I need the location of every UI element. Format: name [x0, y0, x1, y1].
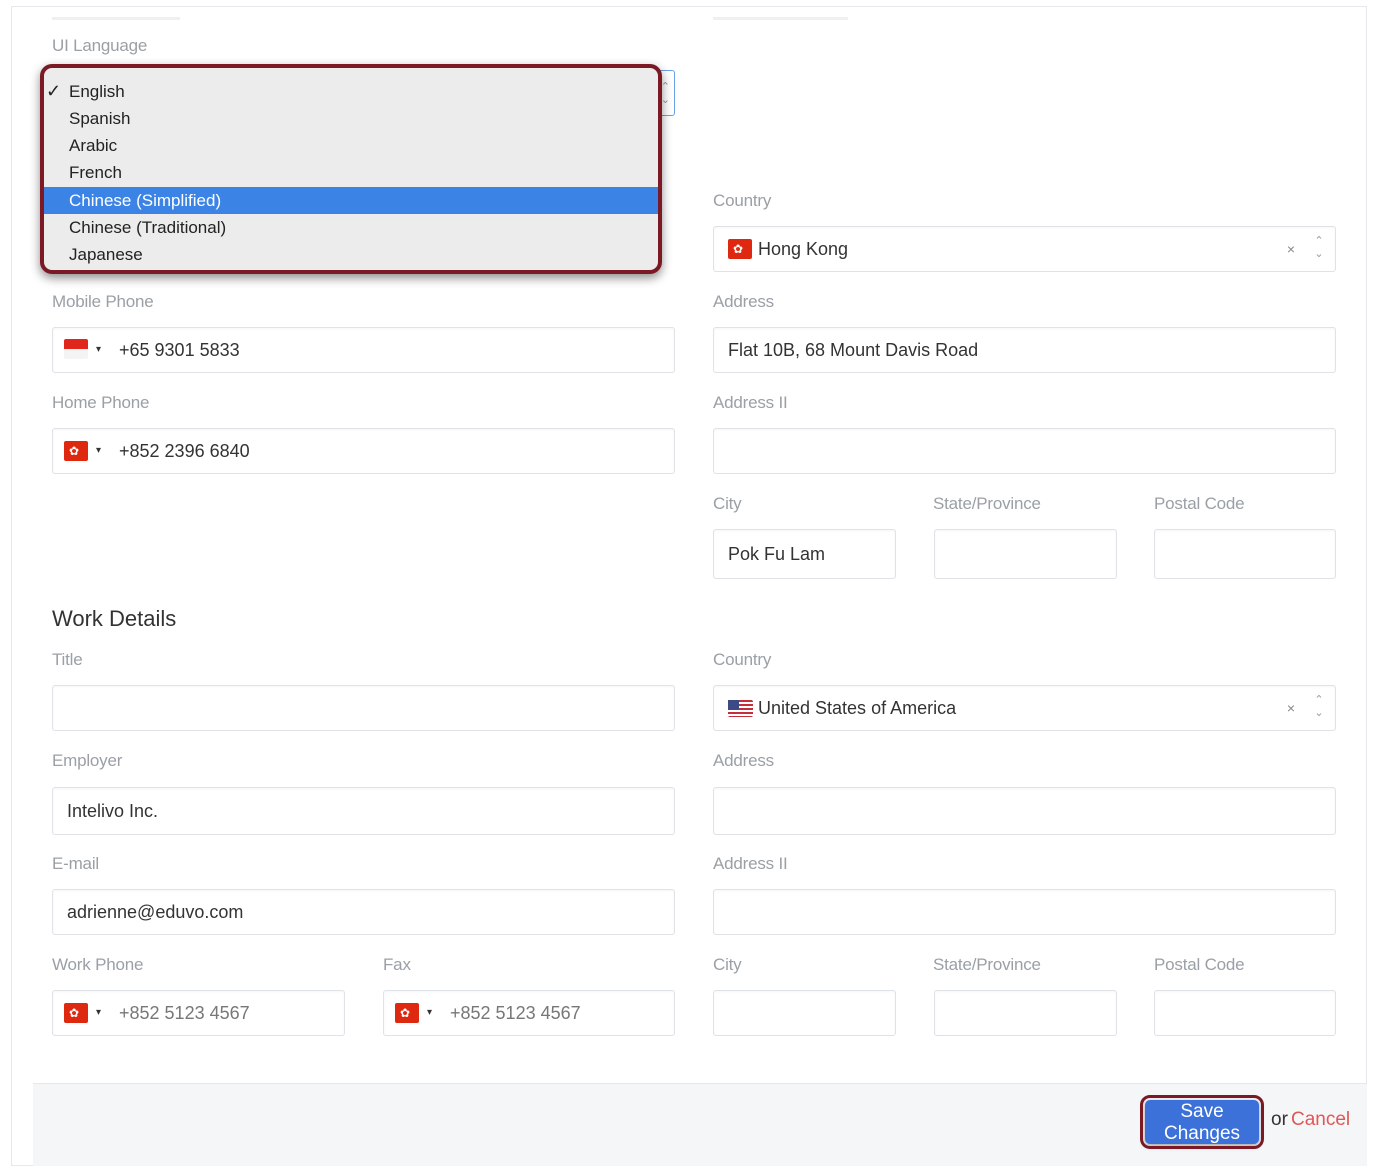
hk-flag-icon[interactable]	[64, 441, 88, 461]
language-option-arabic[interactable]: Arabic	[44, 132, 658, 159]
work-postal-label: Postal Code	[1154, 955, 1245, 974]
work-state-label: State/Province	[933, 955, 1041, 974]
home-address2-input[interactable]	[713, 428, 1336, 474]
cancel-link[interactable]: Cancel	[1291, 1109, 1350, 1131]
fax-field[interactable]: ▾ +852 5123 4567	[383, 990, 675, 1036]
work-phone-placeholder: +852 5123 4567	[119, 1003, 250, 1023]
work-country-label: Country	[713, 650, 772, 669]
work-state-input[interactable]	[934, 990, 1117, 1036]
us-flag-icon	[728, 700, 753, 717]
fax-placeholder: +852 5123 4567	[450, 1003, 581, 1023]
select-arrows-icon: ⌃ ⌄	[660, 81, 670, 106]
work-phone-label: Work Phone	[52, 955, 144, 974]
employer-value: Intelivo Inc.	[67, 801, 159, 821]
option-label: Chinese (Simplified)	[69, 191, 222, 210]
select-arrows-icon: ⌃ ⌄	[1314, 235, 1324, 260]
option-label: Spanish	[69, 109, 131, 128]
language-option-chinese-traditional[interactable]: Chinese (Traditional)	[44, 214, 658, 241]
clear-icon[interactable]: ×	[1287, 686, 1295, 730]
home-phone-value: +852 2396 6840	[119, 441, 250, 461]
mobile-phone-value: +65 9301 5833	[119, 340, 240, 360]
work-address2-label: Address II	[713, 854, 788, 873]
work-title-label: Title	[52, 650, 83, 669]
option-label: Chinese (Traditional)	[69, 218, 227, 237]
work-title-input[interactable]	[52, 685, 675, 731]
home-state-input[interactable]	[934, 529, 1117, 579]
language-option-japanese[interactable]: Japanese	[44, 241, 658, 268]
hk-flag-icon[interactable]	[64, 1003, 88, 1023]
home-address2-label: Address II	[713, 393, 788, 412]
home-city-label: City	[713, 494, 742, 513]
home-country-label: Country	[713, 191, 772, 210]
email-input[interactable]: adrienne@eduvo.com	[52, 889, 675, 935]
mobile-phone-field[interactable]: ▾ +65 9301 5833	[52, 327, 675, 373]
work-country-value: United States of America	[758, 698, 957, 718]
employer-input[interactable]: Intelivo Inc.	[52, 787, 675, 835]
language-option-chinese-simplified[interactable]: Chinese (Simplified)	[44, 187, 658, 214]
work-country-select[interactable]: United States of America × ⌃ ⌄	[713, 685, 1336, 731]
field-stub	[713, 17, 848, 20]
hk-flag-icon	[728, 239, 752, 259]
home-city-input[interactable]: Pok Fu Lam	[713, 529, 896, 579]
employer-label: Employer	[52, 751, 123, 770]
mobile-phone-label: Mobile Phone	[52, 292, 154, 311]
field-stub	[52, 17, 180, 20]
work-city-input[interactable]	[713, 990, 896, 1036]
option-label: French	[69, 163, 122, 182]
home-country-select[interactable]: Hong Kong × ⌃⌄	[713, 226, 1336, 272]
clear-icon[interactable]: ×	[1287, 227, 1295, 271]
email-value: adrienne@eduvo.com	[67, 902, 244, 922]
home-phone-label: Home Phone	[52, 393, 150, 412]
work-address-label: Address	[713, 751, 774, 770]
work-address-input[interactable]	[713, 787, 1336, 835]
work-phone-field[interactable]: ▾ +852 5123 4567	[52, 990, 345, 1036]
ui-language-dropdown: ✓ English Spanish Arabic French Chinese …	[40, 64, 662, 274]
home-address-value: Flat 10B, 68 Mount Davis Road	[728, 340, 979, 360]
work-details-heading: Work Details	[52, 606, 177, 631]
home-city-value: Pok Fu Lam	[728, 544, 826, 564]
or-text: or	[1271, 1109, 1288, 1130]
work-city-label: City	[713, 955, 742, 974]
language-option-french[interactable]: French	[44, 159, 658, 186]
select-arrows-icon: ⌃ ⌄	[1314, 694, 1324, 719]
home-country-value: Hong Kong	[758, 239, 849, 259]
home-address-label: Address	[713, 292, 774, 311]
option-label: English	[69, 82, 125, 101]
option-label: Arabic	[69, 136, 118, 155]
home-postal-input[interactable]	[1154, 529, 1336, 579]
work-address2-input[interactable]	[713, 889, 1336, 935]
language-option-english[interactable]: ✓ English	[44, 78, 658, 105]
home-state-label: State/Province	[933, 494, 1041, 513]
sg-flag-icon[interactable]	[64, 339, 88, 359]
chevron-down-icon[interactable]: ▾	[427, 991, 432, 1035]
home-phone-field[interactable]: ▾ +852 2396 6840	[52, 428, 675, 474]
checkmark-icon: ✓	[46, 81, 62, 101]
save-changes-button[interactable]: Save Changes	[1140, 1095, 1264, 1149]
home-postal-label: Postal Code	[1154, 494, 1245, 513]
email-label: E-mail	[52, 854, 99, 873]
work-postal-input[interactable]	[1154, 990, 1336, 1036]
ui-language-label: UI Language	[52, 36, 148, 55]
hk-flag-icon[interactable]	[395, 1003, 419, 1023]
home-address-input[interactable]: Flat 10B, 68 Mount Davis Road	[713, 327, 1336, 373]
chevron-down-icon[interactable]: ▾	[96, 328, 101, 372]
chevron-down-icon[interactable]: ▾	[96, 429, 101, 473]
chevron-down-icon[interactable]: ▾	[96, 991, 101, 1035]
fax-label: Fax	[383, 955, 411, 974]
option-label: Japanese	[69, 245, 143, 264]
language-option-spanish[interactable]: Spanish	[44, 105, 658, 132]
